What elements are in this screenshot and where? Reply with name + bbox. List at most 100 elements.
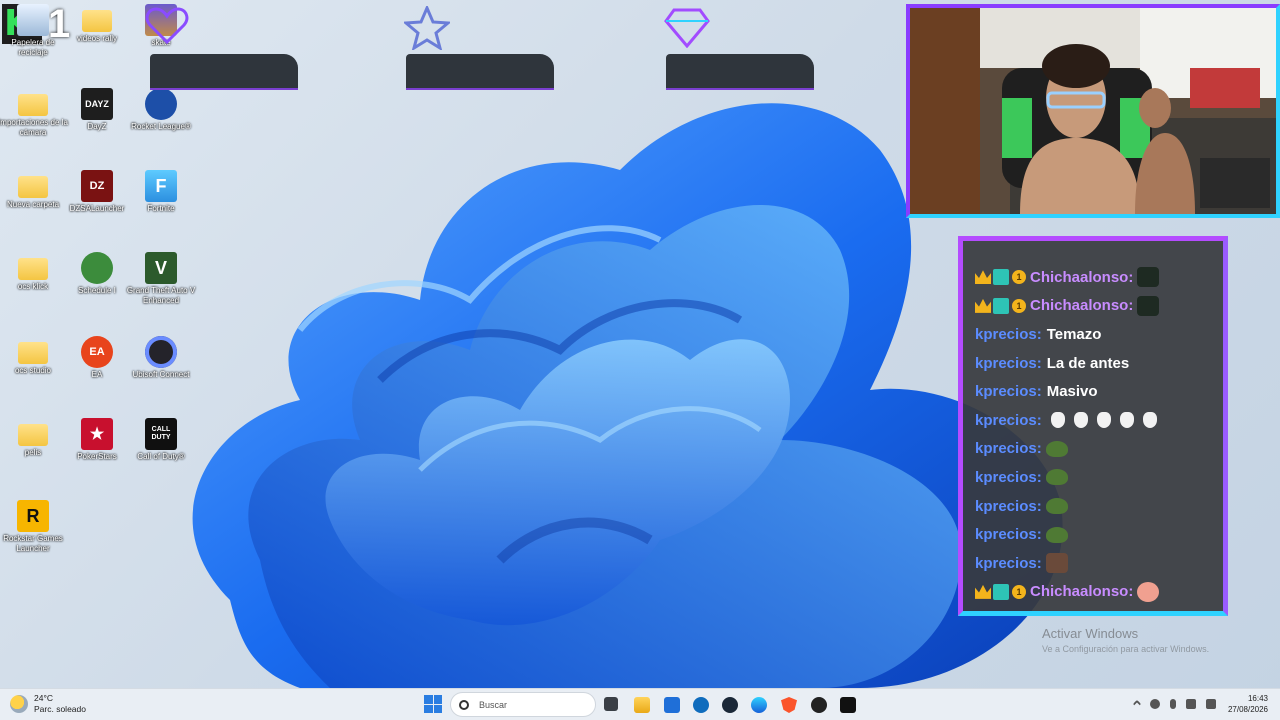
overlay-goal-bar-1 [150, 54, 298, 88]
diamond-icon [664, 8, 710, 48]
chat-message: kprecios: [975, 406, 1213, 435]
outlook-icon[interactable] [693, 697, 709, 713]
rockstar-launcher-icon: R [17, 500, 49, 532]
desktop-icon-label: DZSALauncher [69, 204, 125, 213]
chat-message: kprecios: [975, 463, 1213, 492]
desktop-icon[interactable]: Nueva carpeta [0, 170, 66, 210]
chat-username: Chichaalonso: [1030, 583, 1134, 601]
crown-badge-icon [975, 270, 991, 285]
face-emote-icon [1045, 553, 1068, 574]
network-icon[interactable] [1185, 699, 1196, 709]
chat-username: kprecios: [975, 497, 1042, 515]
chat-message: kprecios: [975, 549, 1213, 578]
overlay-goal-bar-2 [406, 54, 554, 88]
weather-description: Parc. soleado [34, 704, 86, 714]
desktop-icon[interactable]: EA EA [64, 336, 130, 380]
hand-emote-icon [1119, 412, 1134, 429]
desktop-icon[interactable]: R Rockstar Games Launcher [0, 500, 66, 554]
chat-username: Chichaalonso: [1030, 268, 1134, 286]
chat-message: kprecios: Temazo [975, 320, 1213, 349]
call-of-duty-icon: CALL DUTY [145, 418, 177, 450]
chat-message: kprecios: [975, 492, 1213, 521]
rocket-league-icon [145, 88, 177, 120]
rank-badge: 1 [1012, 270, 1026, 285]
hand-emote-icon [1050, 412, 1065, 429]
chat-username: kprecios: [975, 325, 1042, 343]
weather-widget[interactable]: 24°C Parc. soleado [10, 693, 86, 715]
clock-time: 16:43 [1247, 694, 1268, 703]
desktop-icon[interactable]: ★ PokerStars [64, 418, 130, 462]
desktop-icon[interactable]: pelis [0, 418, 66, 458]
green-emote-icon [1045, 469, 1068, 486]
overlay-goal-bar-3 [666, 54, 814, 88]
crown-badge-icon [975, 584, 991, 599]
obs-icon[interactable] [811, 697, 827, 713]
desktop-icon[interactable]: videos rally [64, 4, 130, 44]
desktop-icon[interactable]: ocs klick [0, 252, 66, 292]
partly-sunny-icon [10, 695, 28, 713]
desktop-icon-label: Grand Theft Auto V Enhanced [126, 286, 196, 305]
chat-username: kprecios: [975, 554, 1042, 572]
desktop-icon-label: Rockstar Games Launcher [3, 534, 63, 553]
taskbar: 24°C Parc. soleado Buscar 16:43 27/08/20… [0, 688, 1280, 720]
desktop-icon[interactable]: V Grand Theft Auto V Enhanced [126, 252, 196, 306]
task-view-icon[interactable] [604, 697, 618, 711]
desktop-icon[interactable]: Importaciones de la cámara [0, 88, 68, 138]
desktop-icon[interactable]: ocs studio [0, 336, 66, 376]
search-box[interactable]: Buscar [450, 692, 596, 717]
file-explorer-icon[interactable] [634, 697, 650, 713]
chevron-up-icon[interactable] [1132, 699, 1142, 709]
heart-icon [145, 7, 189, 45]
dark-emote-icon [1137, 295, 1160, 316]
rank-badge: 1 [1012, 584, 1026, 599]
desktop-icon[interactable]: Papelera de reciclaje [0, 4, 66, 58]
desktop-icon-label: Rocket League® [131, 122, 191, 131]
chat-username: Chichaalonso: [1030, 297, 1134, 315]
desktop-icon[interactable]: CALL DUTY Call of Duty® [128, 418, 194, 462]
crown-badge-icon [975, 298, 991, 313]
hand-emote-icon [1073, 412, 1088, 429]
desktop-icon[interactable]: F Fortnite [128, 170, 194, 214]
volume-icon[interactable] [1205, 699, 1216, 709]
desktop-icon[interactable]: Rocket League® [128, 88, 194, 132]
green-emote-icon [1045, 498, 1068, 515]
cloud-icon[interactable] [1149, 699, 1160, 709]
pink-emote-icon [1137, 581, 1160, 602]
store-icon[interactable] [664, 697, 680, 713]
desktop-icon-label: Nueva carpeta [6, 200, 60, 209]
folder-icon [18, 94, 48, 116]
search-placeholder: Buscar [479, 699, 508, 710]
chat-message: kprecios: La de antes [975, 349, 1213, 378]
chat-message: kprecios: [975, 520, 1213, 549]
system-tray: 16:43 27/08/2026 [1124, 693, 1268, 715]
desktop-icon-label: Papelera de reciclaje [11, 38, 55, 57]
chat-message: 1 Chichaalonso: [975, 263, 1213, 292]
webcam-overlay [906, 4, 1280, 218]
edge-icon[interactable] [751, 697, 767, 713]
clock[interactable]: 16:43 27/08/2026 [1228, 693, 1268, 715]
subscriber-badge-icon [993, 297, 1009, 314]
chat-username: kprecios: [975, 411, 1042, 429]
desktop-icon[interactable]: Schedule I [64, 252, 130, 296]
desktop-icon[interactable]: DAYZ DayZ [64, 88, 130, 132]
desktop-icon-label: Ubisoft Connect [132, 370, 190, 379]
terminal-icon[interactable] [840, 697, 856, 713]
microphone-icon[interactable] [1169, 699, 1176, 709]
dayz-icon: DAYZ [81, 88, 113, 120]
desktop-icon[interactable]: DZ DZSALauncher [64, 170, 130, 214]
desktop-icon-label: ocs klick [17, 282, 49, 291]
desktop-icon[interactable]: Ubisoft Connect [128, 336, 194, 380]
pokerstars-icon: ★ [81, 418, 113, 450]
start-button[interactable] [424, 695, 442, 713]
star-icon [404, 6, 450, 50]
chat-username: kprecios: [975, 468, 1042, 486]
search-icon [459, 699, 469, 710]
hand-emote-icon [1096, 412, 1111, 429]
fortnite-icon: F [145, 170, 177, 202]
activate-windows-subtitle: Ve a Configuración para activar Windows. [1042, 644, 1210, 654]
green-emote-icon [1045, 526, 1068, 543]
steam-icon[interactable] [722, 697, 738, 713]
brave-icon[interactable] [781, 697, 797, 713]
weather-temperature: 24°C [34, 693, 53, 703]
chat-username: kprecios: [975, 383, 1042, 401]
